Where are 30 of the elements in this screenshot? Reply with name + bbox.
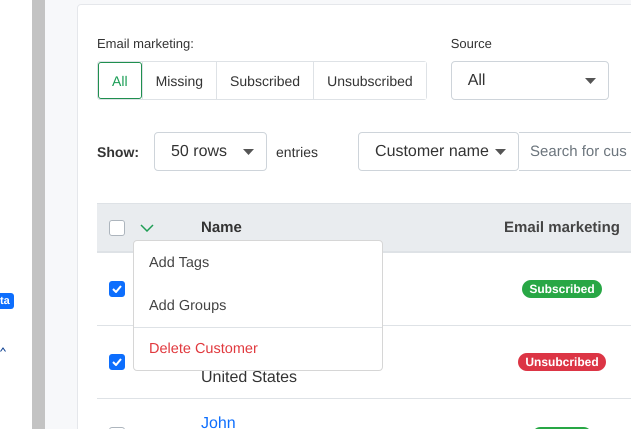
caret-icon <box>243 148 254 154</box>
source-select[interactable]: All <box>450 61 609 100</box>
customer-location: United States <box>201 368 298 388</box>
rows-select[interactable]: 50 rows <box>154 132 267 171</box>
menu-item[interactable]: Delete Customer <box>134 327 382 370</box>
menu-item[interactable]: Add Tags <box>134 241 382 284</box>
caret-icon <box>495 148 506 154</box>
field-select[interactable]: Customer name <box>358 132 520 171</box>
column-header: Name <box>201 219 243 236</box>
row-checkbox[interactable] <box>109 281 125 297</box>
menu-item[interactable]: Add Groups <box>134 284 382 327</box>
show-label: Show: <box>97 144 139 160</box>
check-icon <box>112 358 122 366</box>
chevron-down-icon[interactable] <box>140 224 154 232</box>
chevron-up-icon[interactable] <box>0 347 6 352</box>
sidebar-badge: ta <box>0 293 14 309</box>
filter-label: Source <box>450 36 493 51</box>
filter-segment[interactable]: All <box>98 62 142 99</box>
column-header: Email marketing <box>503 219 621 236</box>
filter-label: Email marketing: <box>97 36 195 51</box>
search-field[interactable]: Search for cus <box>519 132 631 171</box>
check-icon <box>112 285 122 293</box>
row-checkbox[interactable] <box>109 354 125 370</box>
entries-label: entries <box>276 144 318 160</box>
filter-segment[interactable]: Unsubscribed <box>313 62 426 99</box>
customer-name-link[interactable]: John <box>201 413 481 429</box>
caret-icon <box>584 78 596 84</box>
status-badge: Unsubcribed <box>518 353 606 371</box>
select-all-checkbox[interactable] <box>109 220 125 236</box>
status-badge: Subscribed <box>522 280 602 298</box>
